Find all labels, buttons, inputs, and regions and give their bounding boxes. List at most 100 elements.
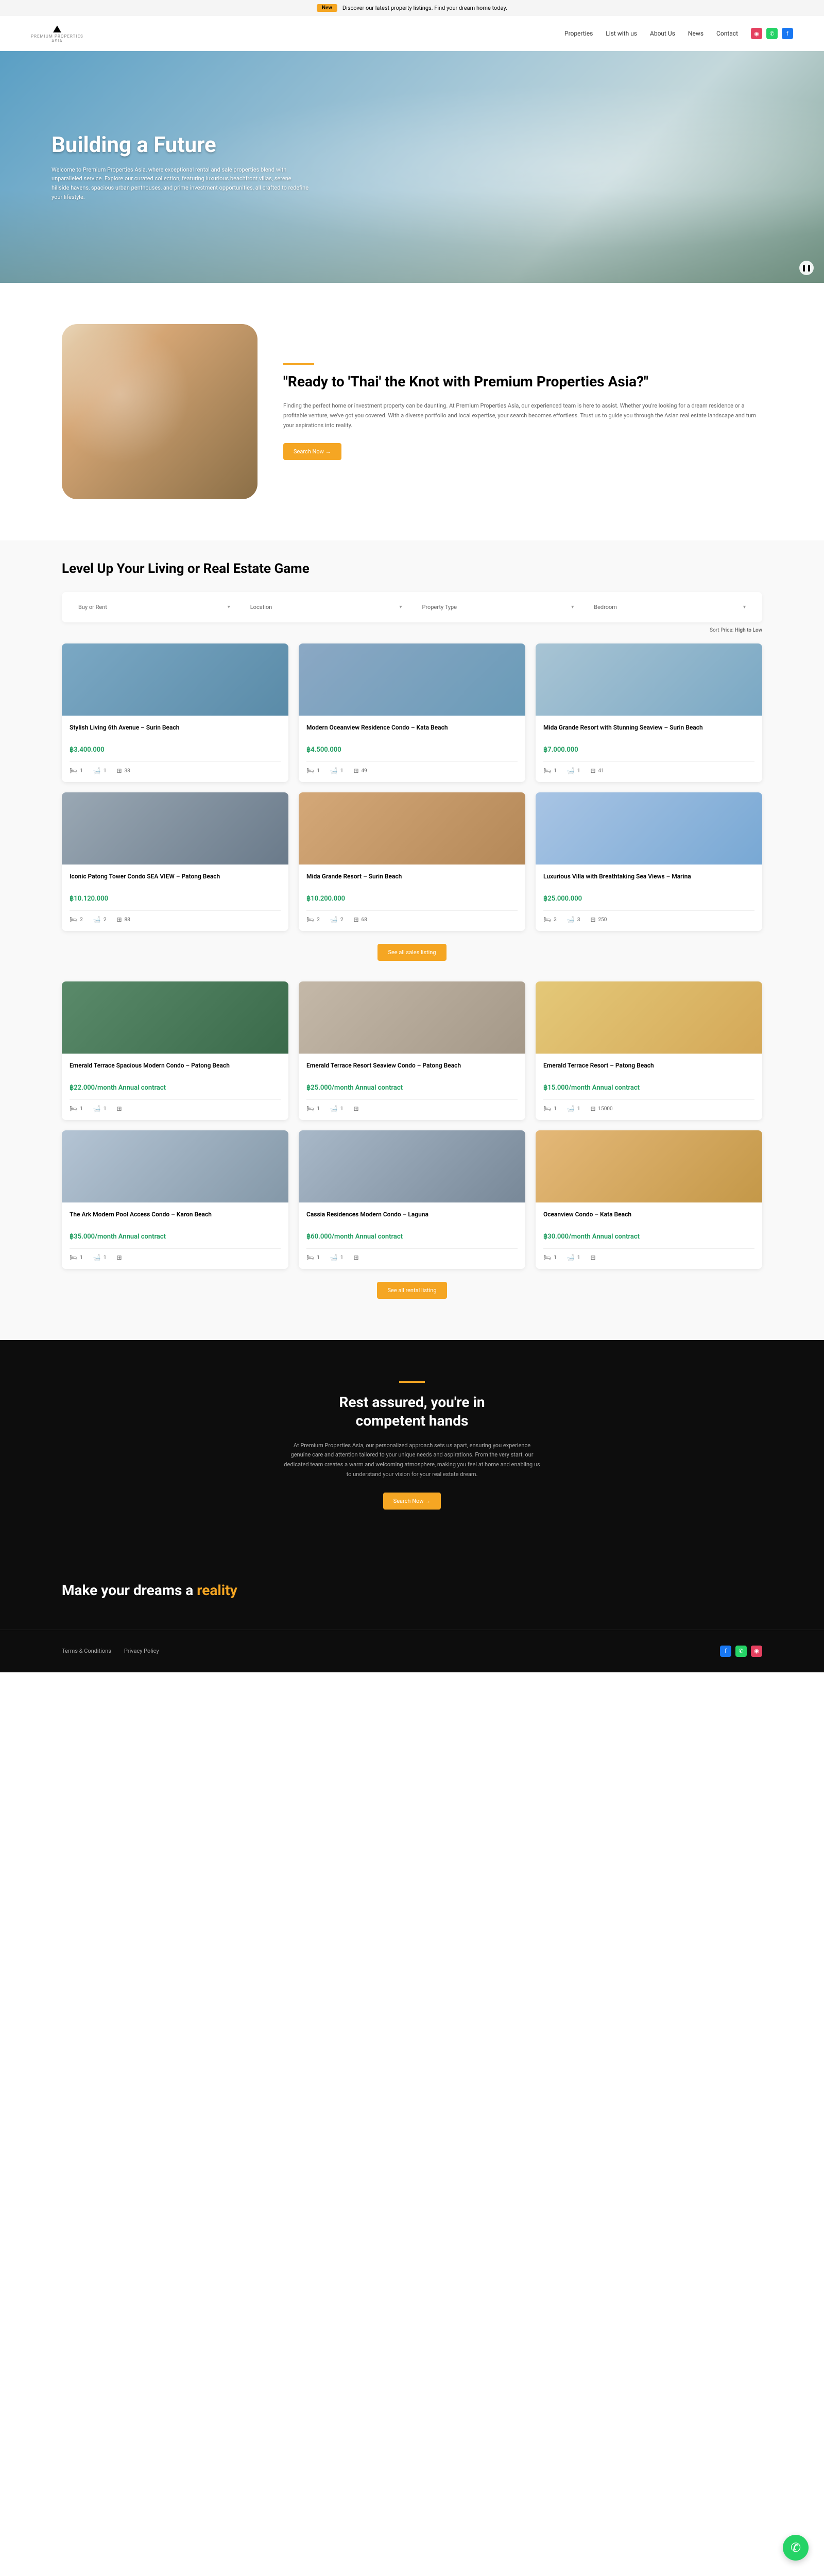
property-title: Mida Grande Resort with Stunning Seaview…	[543, 723, 754, 741]
property-price: ฿15.000/month Annual contract	[543, 1084, 754, 1092]
assured-section: Rest assured, you're incompetent hands A…	[0, 1340, 824, 1551]
filter-type[interactable]: Property Type	[416, 600, 580, 615]
property-image	[536, 981, 762, 1054]
bath-icon: 🛁	[93, 1254, 101, 1261]
property-title: Emerald Terrace Spacious Modern Condo – …	[70, 1061, 281, 1079]
meta-area: ⊞250	[590, 916, 607, 923]
property-card[interactable]: Emerald Terrace Resort Seaview Condo – P…	[299, 981, 525, 1120]
facebook-icon[interactable]: f	[782, 28, 793, 39]
nav-news[interactable]: News	[688, 30, 703, 37]
meta-bed: 🛏1	[306, 1254, 320, 1261]
property-price: ฿3.400.000	[70, 746, 281, 754]
property-title: The Ark Modern Pool Access Condo – Karon…	[70, 1210, 281, 1228]
footer-links: Terms & Conditions Privacy Policy	[62, 1648, 159, 1654]
header-social: ◉ ✆ f	[751, 28, 793, 39]
hero-desc: Welcome to Premium Properties Asia, wher…	[52, 165, 309, 201]
property-card[interactable]: Mida Grande Resort with Stunning Seaview…	[536, 643, 762, 782]
property-price: ฿25.000/month Annual contract	[306, 1084, 518, 1092]
property-price: ฿25.000.000	[543, 895, 754, 903]
bed-icon: 🛏	[70, 767, 77, 774]
meta-area: ⊞38	[116, 767, 130, 774]
whatsapp-icon[interactable]: ✆	[766, 28, 778, 39]
property-card[interactable]: The Ark Modern Pool Access Condo – Karon…	[62, 1130, 288, 1269]
sort-label: Sort Price:	[710, 628, 733, 633]
meta-bath: 🛁2	[330, 916, 344, 923]
property-title: Cassia Residences Modern Condo – Laguna	[306, 1210, 518, 1228]
whatsapp-float-button[interactable]: ✆	[783, 2535, 809, 2561]
search-now-button[interactable]: Search Now →	[283, 443, 341, 460]
meta-area: ⊞15000	[590, 1105, 612, 1112]
instagram-icon[interactable]: ◉	[751, 1646, 762, 1657]
see-all-sales-button[interactable]: See all sales listing	[377, 944, 446, 961]
whatsapp-icon[interactable]: ✆	[735, 1646, 747, 1657]
bed-icon: 🛏	[543, 1105, 551, 1112]
meta-bath: 🛁1	[330, 767, 344, 774]
area-icon: ⊞	[353, 767, 358, 774]
property-card[interactable]: Emerald Terrace Resort – Patong Beach ฿1…	[536, 981, 762, 1120]
sales-grid: Stylish Living 6th Avenue – Surin Beach …	[62, 643, 762, 931]
bath-icon: 🛁	[330, 916, 338, 923]
dreams-title: Make your dreams a reality	[62, 1582, 762, 1599]
meta-bath: 🛁1	[93, 1254, 107, 1261]
property-price: ฿35.000/month Annual contract	[70, 1233, 281, 1241]
meta-area: ⊞49	[353, 767, 367, 774]
property-price: ฿30.000/month Annual contract	[543, 1233, 754, 1241]
property-card[interactable]: Modern Oceanview Residence Condo – Kata …	[299, 643, 525, 782]
property-price: ฿22.000/month Annual contract	[70, 1084, 281, 1092]
nav-properties[interactable]: Properties	[564, 30, 593, 37]
meta-bath: 🛁3	[567, 916, 580, 923]
filter-bedroom[interactable]: Bedroom	[588, 600, 752, 615]
meta-bath: 🛁1	[567, 1105, 580, 1112]
property-card[interactable]: Emerald Terrace Spacious Modern Condo – …	[62, 981, 288, 1120]
facebook-icon[interactable]: f	[720, 1646, 731, 1657]
property-card[interactable]: Cassia Residences Modern Condo – Laguna …	[299, 1130, 525, 1269]
property-card[interactable]: Luxurious Villa with Breathtaking Sea Vi…	[536, 792, 762, 931]
area-icon: ⊞	[590, 767, 595, 774]
filter-buyrent[interactable]: Buy or Rent	[72, 600, 236, 615]
area-icon: ⊞	[590, 1254, 595, 1261]
area-icon: ⊞	[116, 1254, 122, 1261]
property-meta: 🛏1 🛁1 ⊞	[306, 1099, 518, 1112]
property-image	[62, 1130, 288, 1202]
meta-bath: 🛁1	[567, 1254, 580, 1261]
filter-location[interactable]: Location	[244, 600, 408, 615]
intro-section: "Ready to 'Thai' the Knot with Premium P…	[0, 283, 824, 540]
property-card[interactable]: Oceanview Condo – Kata Beach ฿30.000/mon…	[536, 1130, 762, 1269]
property-title: Modern Oceanview Residence Condo – Kata …	[306, 723, 518, 741]
nav-list[interactable]: List with us	[606, 30, 637, 37]
footer-privacy[interactable]: Privacy Policy	[124, 1648, 159, 1654]
logo[interactable]: ⛰ PREMIUM PROPERTIES ASIA	[31, 24, 83, 43]
nav-contact[interactable]: Contact	[716, 30, 738, 37]
assured-desc: At Premium Properties Asia, our personal…	[283, 1441, 541, 1480]
bed-icon: 🛏	[543, 1254, 551, 1261]
meta-area: ⊞68	[353, 916, 367, 923]
assured-search-button[interactable]: Search Now →	[383, 1493, 441, 1510]
meta-area: ⊞	[353, 1254, 358, 1261]
property-meta: 🛏2 🛁2 ⊞68	[306, 910, 518, 923]
accent-line	[283, 363, 314, 365]
banner-tag: New	[317, 4, 337, 12]
property-image	[299, 643, 525, 716]
bath-icon: 🛁	[93, 916, 101, 923]
bed-icon: 🛏	[306, 1254, 314, 1261]
sort-value[interactable]: High to Low	[735, 628, 762, 633]
property-card[interactable]: Mida Grande Resort – Surin Beach ฿10.200…	[299, 792, 525, 931]
property-card[interactable]: Stylish Living 6th Avenue – Surin Beach …	[62, 643, 288, 782]
meta-bath: 🛁1	[567, 767, 580, 774]
instagram-icon[interactable]: ◉	[751, 28, 762, 39]
pause-button[interactable]: ❚❚	[799, 261, 814, 275]
nav-about[interactable]: About Us	[650, 30, 675, 37]
banner-text: Discover our latest property listings. F…	[342, 5, 507, 11]
see-all-rentals-button[interactable]: See all rental listing	[377, 1282, 447, 1299]
property-image	[536, 1130, 762, 1202]
property-meta: 🛏1 🛁1 ⊞49	[306, 761, 518, 774]
bath-icon: 🛁	[567, 767, 575, 774]
header: ⛰ PREMIUM PROPERTIES ASIA Properties Lis…	[0, 16, 824, 51]
logo-name: PREMIUM PROPERTIES	[31, 34, 83, 39]
bath-icon: 🛁	[567, 916, 575, 923]
property-title: Luxurious Villa with Breathtaking Sea Vi…	[543, 872, 754, 890]
property-price: ฿10.200.000	[306, 895, 518, 903]
footer-terms[interactable]: Terms & Conditions	[62, 1648, 111, 1654]
property-image	[62, 981, 288, 1054]
property-card[interactable]: Iconic Patong Tower Condo SEA VIEW – Pat…	[62, 792, 288, 931]
